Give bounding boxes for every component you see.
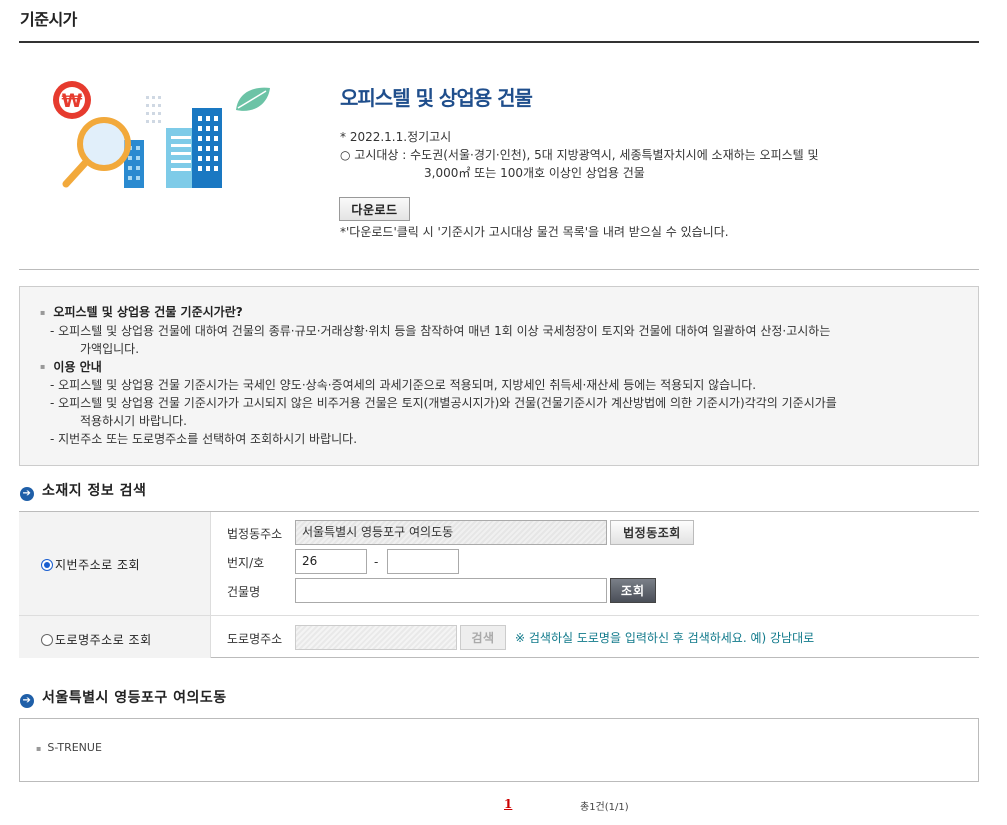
search-form: 지번주소로 조회 법정동주소 서울특별시 영등포구 여의도동 법정동조회 번지/…	[19, 511, 979, 658]
magnifier-icon	[77, 117, 131, 171]
hero-heading: 오피스텔 및 상업용 건물	[340, 86, 533, 110]
notice-date: * 2022.1.1.정기고시	[340, 130, 452, 144]
jibeon-radio[interactable]	[41, 558, 53, 571]
info-line-cont: 가액입니다.	[80, 341, 140, 356]
bunji-dash: -	[374, 555, 379, 569]
building-illustration: ₩	[53, 81, 270, 188]
list-item[interactable]: S-TRENUE	[36, 741, 101, 754]
arrow-circle-icon: ➔	[20, 694, 34, 708]
pager-total: 총1건(1/1)	[580, 802, 629, 813]
title-divider	[19, 41, 979, 43]
legal-dong-field[interactable]: 서울특별시 영등포구 여의도동	[295, 520, 607, 545]
info-box: 오피스텔 및 상업용 건물 기준시가란? - 오피스텔 및 상업용 건물에 대하…	[19, 286, 979, 466]
info-line: - 오피스텔 및 상업용 건물 기준시가가 고시되지 않은 비주거용 건물은 토…	[50, 396, 837, 410]
results-section-label: 서울특별시 영등포구 여의도동	[42, 690, 227, 706]
jibeon-radio-option[interactable]: 지번주소로 조회	[41, 556, 140, 573]
info-heading-usage: 이용 안내	[40, 358, 978, 377]
info-heading-definition: 오피스텔 및 상업용 건물 기준시가란?	[40, 303, 978, 322]
hero-divider	[19, 269, 979, 270]
road-row: 도로명주소로 조회 도로명주소 검색 ※ 검색하실 도로명을 입력하신 후 검색…	[19, 616, 979, 658]
road-radio-option[interactable]: 도로명주소로 조회	[41, 631, 152, 648]
pager-page-1[interactable]: 1	[504, 797, 512, 811]
results-list: S-TRENUE	[19, 718, 979, 782]
jibeon-radio-cell: 지번주소로 조회	[19, 512, 211, 615]
search-section-title: ➔ 소재지 정보 검색	[20, 480, 146, 501]
road-radio[interactable]	[41, 633, 53, 646]
ho-input[interactable]	[387, 549, 459, 574]
building-label: 건물명	[227, 585, 261, 599]
building-name-input[interactable]	[295, 578, 607, 603]
info-line: - 오피스텔 및 상업용 건물에 대하여 건물의 종류·규모·거래상황·위치 등…	[50, 323, 831, 338]
magnifier-handle	[62, 158, 90, 188]
road-radio-cell: 도로명주소로 조회	[19, 616, 211, 658]
bunji-input[interactable]: 26	[295, 549, 367, 574]
results-section-title: ➔ 서울특별시 영등포구 여의도동	[20, 687, 227, 708]
arrow-circle-icon: ➔	[20, 487, 34, 501]
info-line: - 지번주소 또는 도로명주소를 선택하여 조회하시기 바랍니다.	[50, 432, 358, 446]
download-note: *'다운로드'클릭 시 '기준시가 고시대상 물건 목록'을 내려 받으실 수 …	[340, 225, 729, 239]
road-address-label: 도로명주소	[227, 632, 283, 646]
info-line-cont: 적용하시기 바랍니다.	[80, 414, 187, 428]
download-button[interactable]: 다운로드	[339, 197, 410, 221]
svg-text:₩: ₩	[62, 90, 83, 112]
page-title: 기준시가	[20, 10, 77, 29]
legal-dong-label: 법정동주소	[227, 527, 283, 541]
lookup-button[interactable]: 조회	[610, 578, 656, 603]
notice-target-line1: ○ 고시대상 : 수도권(서울·경기·인천), 5대 지방광역시, 세종특별자치…	[340, 148, 819, 162]
jibeon-row: 지번주소로 조회 법정동주소 서울특별시 영등포구 여의도동 법정동조회 번지/…	[19, 512, 979, 616]
road-search-button[interactable]: 검색	[460, 625, 506, 650]
notice-target-line2: 3,000㎡ 또는 100개호 이상인 상업용 건물	[424, 166, 645, 180]
road-address-input[interactable]	[295, 625, 457, 650]
road-search-hint: ※ 검색하실 도로명을 입력하신 후 검색하세요. 예) 강남대로	[515, 631, 815, 645]
legal-dong-search-button[interactable]: 법정동조회	[610, 520, 694, 545]
notice-target: ○ 고시대상 : 수도권(서울·경기·인천), 5대 지방광역시, 세종특별자치…	[340, 146, 900, 182]
jibeon-radio-label: 지번주소로 조회	[55, 558, 141, 572]
bunji-label: 번지/호	[227, 556, 265, 570]
search-section-label: 소재지 정보 검색	[42, 483, 147, 499]
road-radio-label: 도로명주소로 조회	[55, 633, 152, 647]
info-line: - 오피스텔 및 상업용 건물 기준시가는 국세인 양도·상속·증여세의 과세기…	[50, 378, 757, 392]
